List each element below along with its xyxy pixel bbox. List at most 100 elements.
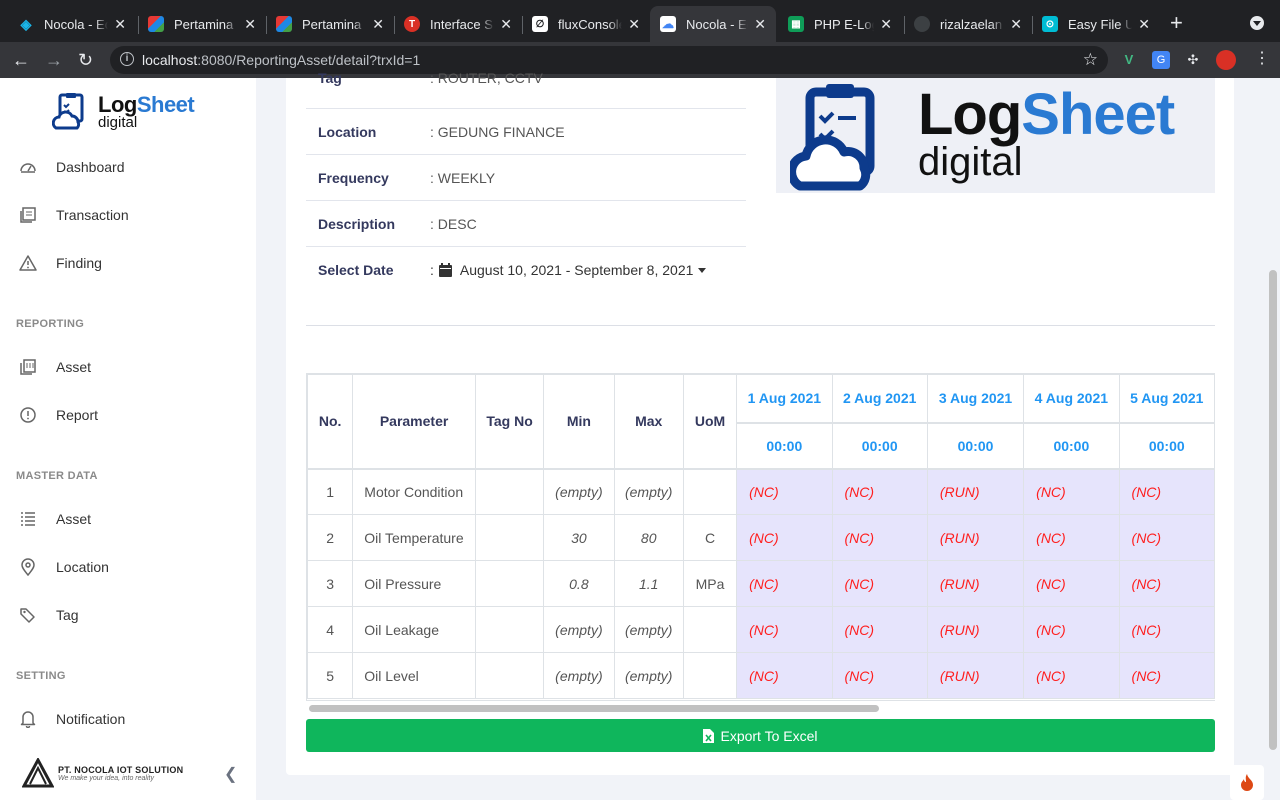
browser-tab-active[interactable]: ☁ Nocola - Ec ✕ — [650, 6, 776, 42]
sidebar-item-tag[interactable]: Tag — [0, 595, 256, 635]
sidebar-item-location[interactable]: Location — [0, 547, 256, 587]
logsheet-logo-icon — [52, 93, 84, 130]
url-text[interactable]: localhost:8080/ReportingAsset/detail?trx… — [142, 52, 420, 68]
table-row: 2 Oil Temperature 30 80 C (NC) (NC) (RUN… — [307, 514, 1215, 561]
header-time: 00:00 — [1023, 421, 1120, 469]
company-logo: PT. NOCOLA IOT SOLUTION We make your ide… — [22, 758, 183, 788]
header-parameter: Parameter — [352, 374, 476, 469]
browser-menu-icon[interactable]: ⋮ — [1254, 50, 1270, 68]
vue-devtools-icon[interactable]: V — [1120, 51, 1138, 69]
asset-logo-image: LogSheet digital — [776, 78, 1215, 193]
sidebar-item-transaction[interactable]: Transaction — [0, 195, 256, 235]
forward-icon[interactable]: → — [45, 50, 63, 70]
info-row-location: Location : GEDUNG FINANCE — [306, 109, 746, 155]
pertamina-icon — [276, 16, 292, 32]
easyfile-icon: ⊙ — [1042, 16, 1058, 32]
extensions-puzzle-icon[interactable]: ✣ — [1184, 51, 1202, 69]
brand-digital-text: digital — [98, 114, 138, 131]
browser-tab[interactable]: ⊙ Easy File U ✕ — [1032, 6, 1160, 42]
browser-tab[interactable]: ▦ PHP E-Log ✕ — [778, 6, 902, 42]
debug-toolbar-button[interactable] — [1230, 765, 1264, 800]
report-icon — [18, 405, 38, 425]
tag-icon — [18, 605, 38, 625]
github-icon — [914, 16, 930, 32]
close-tab-icon[interactable]: ✕ — [372, 16, 384, 33]
nocola-company-icon — [22, 758, 54, 788]
bookmark-star-icon[interactable]: ☆ — [1083, 50, 1098, 70]
sidebar-item-master-asset[interactable]: Asset — [0, 499, 256, 539]
table-row: 3 Oil Pressure 0.8 1.1 MPa (NC) (NC) (RU… — [307, 560, 1215, 607]
back-icon[interactable]: ← — [12, 50, 30, 70]
dashboard-icon — [18, 157, 38, 177]
flame-icon — [1241, 773, 1253, 791]
header-tag-no: Tag No — [474, 374, 545, 469]
browser-tab[interactable]: T Interface S ✕ — [394, 6, 522, 42]
sidebar-item-report[interactable]: Report — [0, 395, 256, 435]
table-horizontal-scrollbar[interactable] — [306, 703, 1215, 713]
close-tab-icon[interactable]: ✕ — [500, 16, 512, 33]
sheets-icon: ▦ — [788, 16, 804, 32]
profile-avatar[interactable] — [1216, 50, 1236, 70]
site-info-icon[interactable]: i — [120, 52, 134, 66]
date-range-value: August 10, 2021 - September 8, 2021 — [459, 262, 694, 278]
close-tab-icon[interactable]: ✕ — [114, 16, 126, 33]
location-pin-icon — [18, 557, 38, 577]
section-title-reporting: REPORTING — [16, 318, 85, 330]
translate-icon[interactable]: G — [1152, 51, 1170, 69]
page-vertical-scrollbar[interactable] — [1267, 78, 1280, 800]
nocola-cloud-icon: ☁ — [660, 16, 676, 32]
close-tab-icon[interactable]: ✕ — [628, 16, 640, 33]
browser-tab[interactable]: Pertamina ✕ — [138, 6, 266, 42]
tab-search-icon[interactable] — [1250, 16, 1264, 30]
reload-icon[interactable]: ↻ — [78, 50, 93, 70]
warning-icon — [18, 253, 38, 273]
sidebar-item-notification[interactable]: Notification — [0, 699, 256, 739]
sidebar-item-dashboard[interactable]: Dashboard — [0, 147, 256, 187]
header-max: Max — [613, 374, 684, 469]
flux-icon: ∅ — [532, 16, 548, 32]
header-date: 4 Aug 2021 — [1023, 374, 1120, 423]
logsheet-table-container[interactable]: No. Parameter Tag No Min Max UoM 1 Aug 2… — [306, 373, 1215, 701]
close-tab-icon[interactable]: ✕ — [754, 16, 766, 33]
logo-digital-text: digital — [918, 140, 1023, 184]
table-row: 1 Motor Condition (empty) (empty) (NC) (… — [307, 467, 1215, 515]
header-time: 00:00 — [736, 421, 833, 469]
header-time: 00:00 — [1118, 421, 1215, 469]
header-time: 00:00 — [831, 421, 928, 469]
nocola-icon: ◈ — [20, 15, 32, 32]
new-tab-icon[interactable]: + — [1170, 12, 1183, 34]
header-no: No. — [307, 374, 354, 469]
browser-tab[interactable]: ◈ Nocola - Ec ✕ — [8, 6, 136, 42]
collapse-sidebar-icon[interactable]: ❮ — [224, 764, 237, 784]
company-slogan: We make your idea, into reality — [58, 774, 154, 782]
brand-logo[interactable]: LogSheet digital — [52, 92, 212, 132]
logsheet-clipboard-icon — [790, 84, 875, 191]
close-tab-icon[interactable]: ✕ — [1138, 16, 1150, 33]
list-icon — [18, 509, 38, 529]
header-uom: UoM — [682, 374, 738, 469]
close-tab-icon[interactable]: ✕ — [244, 16, 256, 33]
scrollbar-thumb[interactable] — [309, 705, 879, 712]
browser-tab[interactable]: rizalzaelan ✕ — [904, 6, 1032, 42]
section-title-setting: SETTING — [16, 670, 66, 682]
header-min: Min — [543, 374, 615, 469]
caret-down-icon — [698, 267, 707, 273]
sidebar-item-reporting-asset[interactable]: Asset — [0, 347, 256, 387]
section-title-master-data: MASTER DATA — [16, 470, 98, 482]
browser-tab[interactable]: ∅ fluxConsole ✕ — [522, 6, 650, 42]
table-row: 4 Oil Leakage (empty) (empty) (NC) (NC) … — [307, 606, 1215, 653]
scrollbar-thumb[interactable] — [1269, 270, 1277, 750]
company-name: PT. NOCOLA IOT SOLUTION — [58, 764, 184, 775]
info-row-tag: Tag : ROUTER, CCTV — [306, 70, 746, 109]
file-excel-icon — [703, 728, 715, 743]
sidebar-item-finding[interactable]: Finding — [0, 243, 256, 283]
close-tab-icon[interactable]: ✕ — [880, 16, 892, 33]
table-row: 5 Oil Level (empty) (empty) (NC) (NC) (R… — [307, 652, 1215, 699]
header-date: 3 Aug 2021 — [926, 374, 1025, 423]
export-to-excel-button[interactable]: Export To Excel — [306, 719, 1215, 752]
browser-tab[interactable]: Pertamina ✕ — [266, 6, 394, 42]
close-tab-icon[interactable]: ✕ — [1010, 16, 1022, 33]
header-date: 5 Aug 2021 — [1118, 374, 1215, 423]
info-row-frequency: Frequency : WEEKLY — [306, 155, 746, 201]
date-range-picker[interactable]: : August 10, 2021 - September 8, 2021 — [430, 262, 707, 278]
